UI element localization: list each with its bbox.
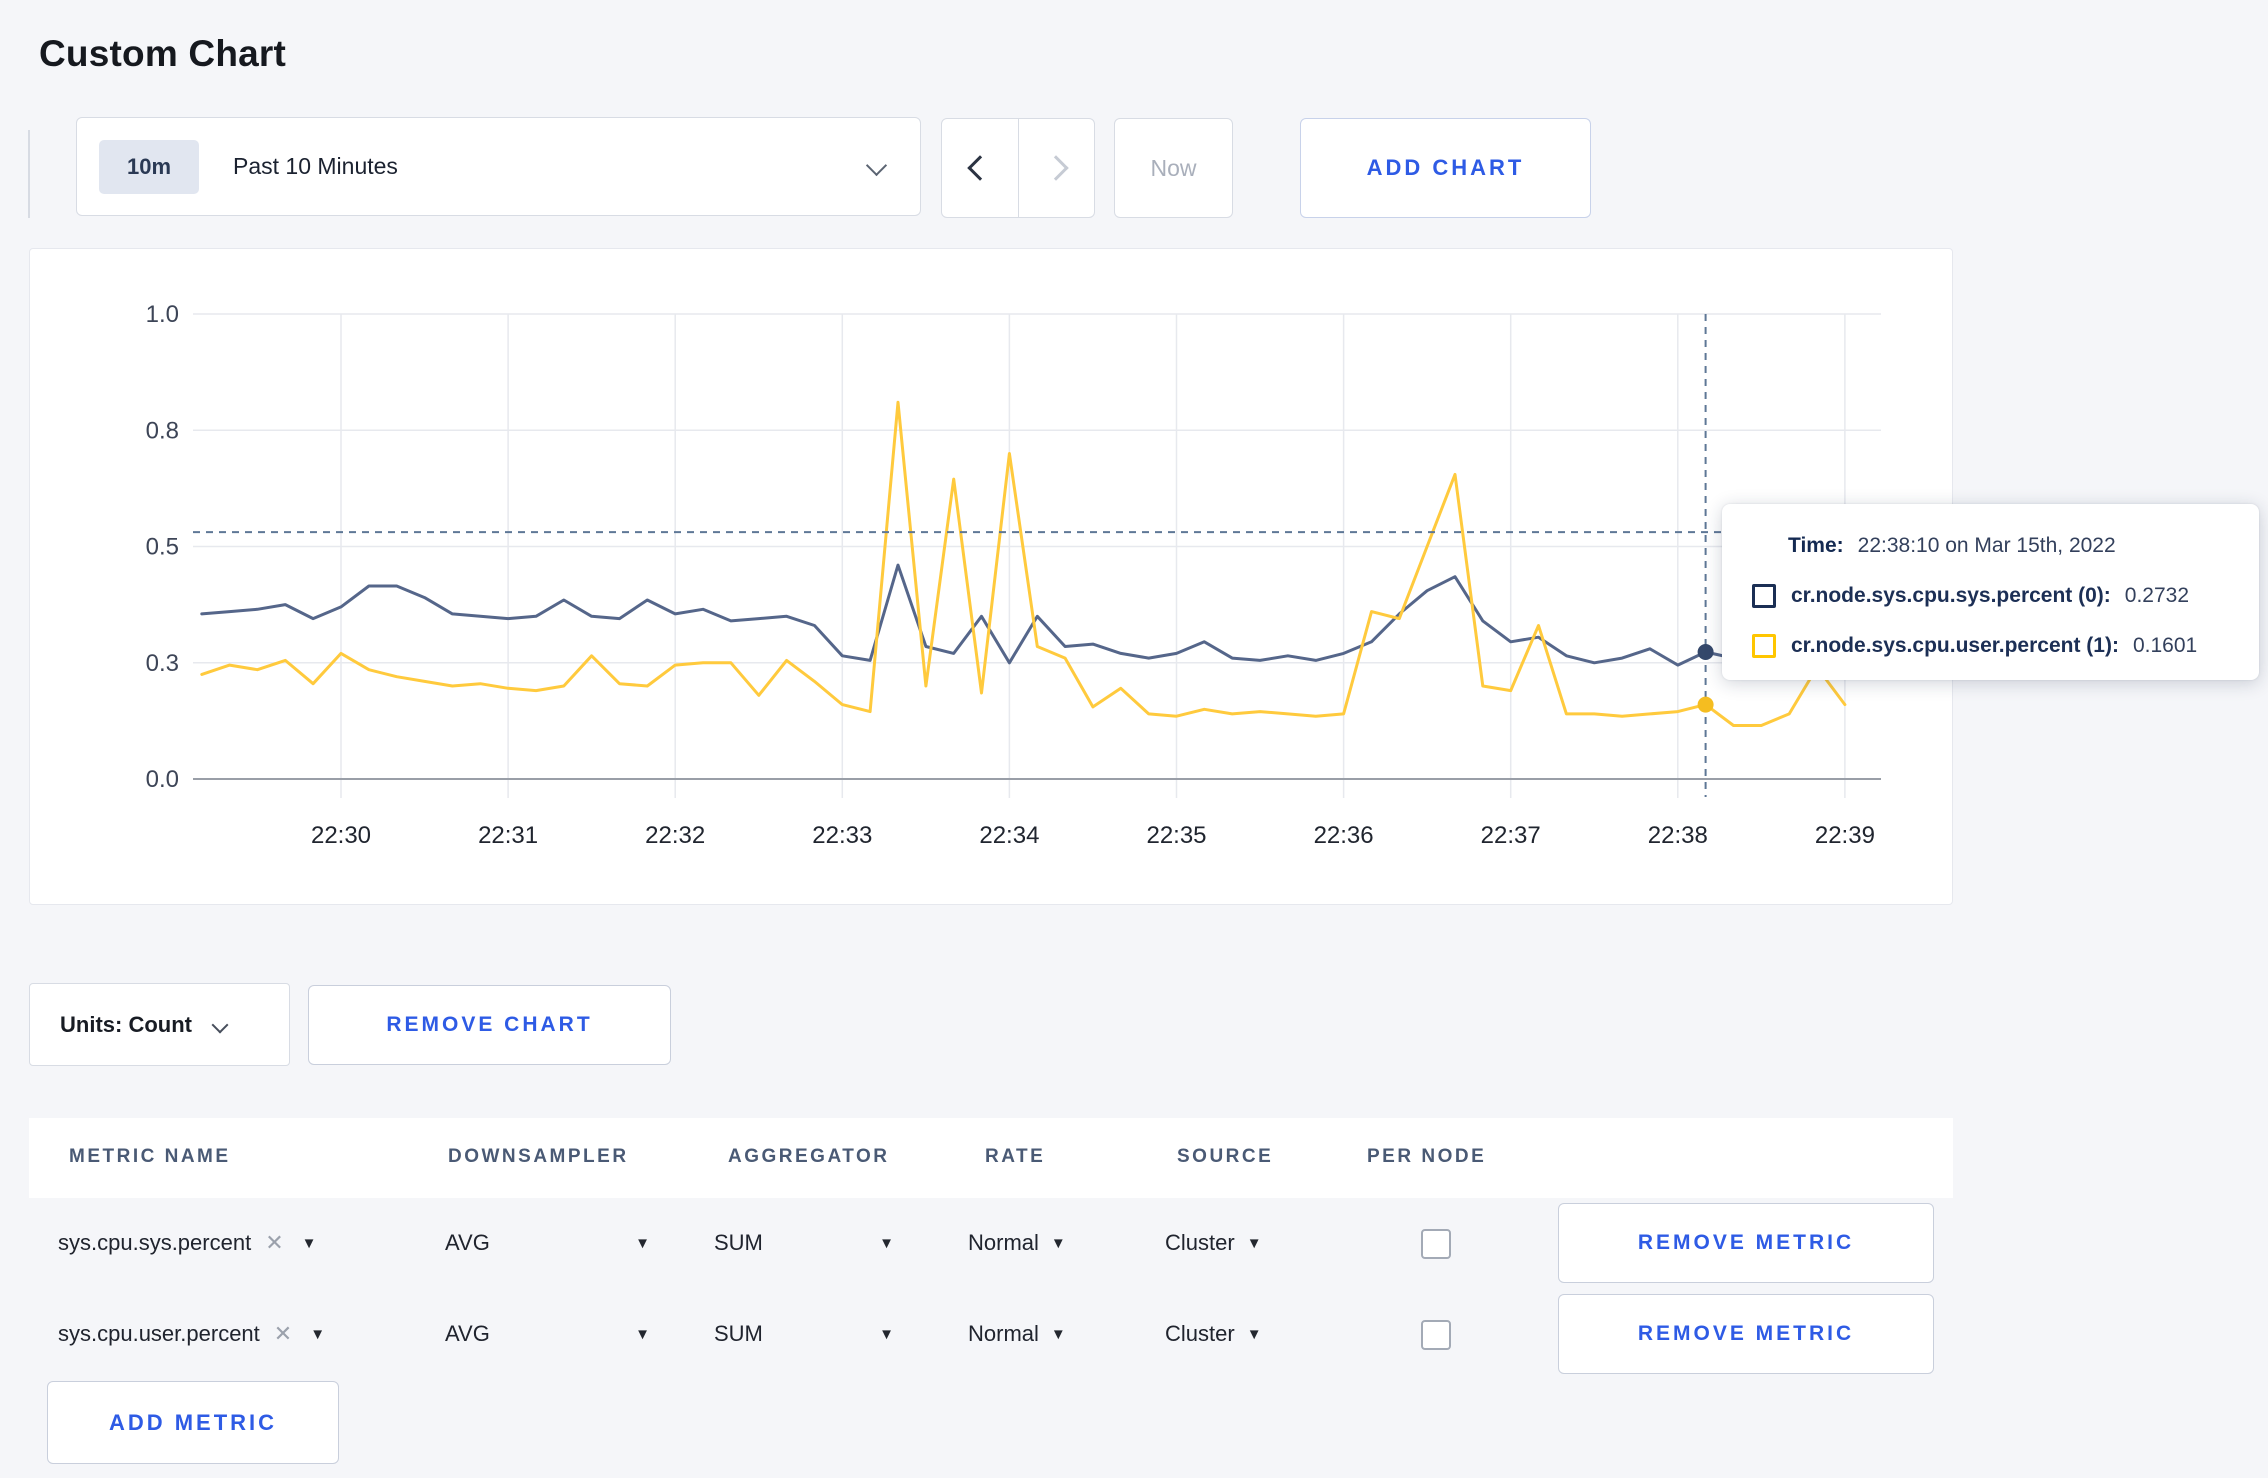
aggregator-value: SUM: [714, 1321, 763, 1346]
clear-icon[interactable]: ✕: [274, 1321, 292, 1347]
svg-text:22:39: 22:39: [1815, 822, 1875, 849]
column-header-source: SOURCE: [1177, 1146, 1274, 1167]
triangle-down-icon: ▼: [1246, 1325, 1262, 1343]
chevron-down-icon: [211, 1016, 229, 1033]
triangle-down-icon: ▼: [301, 1234, 317, 1252]
source-value: Cluster: [1165, 1321, 1235, 1346]
metric-name-value: sys.cpu.sys.percent: [58, 1230, 252, 1255]
column-header-per-node: PER NODE: [1367, 1146, 1487, 1167]
downsampler-value: AVG: [445, 1321, 490, 1346]
timeseries-chart[interactable]: 22:30 22:31 22:32 22:33 22:34 22:35 22:36 22:37…: [30, 249, 1951, 903]
units-label: Units: Count: [60, 1011, 192, 1037]
aggregator-value: SUM: [714, 1230, 763, 1255]
svg-text:0.3: 0.3: [146, 650, 179, 677]
time-range-label: Past 10 Minutes: [233, 153, 398, 179]
triangle-down-icon: ▼: [879, 1234, 894, 1252]
triangle-down-icon: ▼: [310, 1325, 326, 1343]
tooltip-time-label: Time:: [1788, 534, 1844, 557]
column-header-aggregator: AGGREGATOR: [728, 1146, 890, 1167]
tooltip-series-name: cr.node.sys.cpu.user.percent (1):: [1791, 634, 2119, 657]
svg-text:22:32: 22:32: [645, 822, 705, 849]
rate-select[interactable]: Normal ▼: [968, 1203, 1066, 1283]
svg-text:22:31: 22:31: [478, 822, 538, 849]
metric-name-select[interactable]: sys.cpu.user.percent ✕ ▼: [58, 1294, 325, 1374]
downsampler-select[interactable]: AVG ▼: [445, 1203, 650, 1283]
source-select[interactable]: Cluster ▼: [1165, 1203, 1262, 1283]
downsampler-value: AVG: [445, 1230, 490, 1255]
column-header-downsampler: DOWNSAMPLER: [448, 1146, 629, 1167]
time-range-dropdown[interactable]: 10m Past 10 Minutes: [76, 117, 921, 216]
column-header-rate: RATE: [985, 1146, 1046, 1167]
chevron-left-icon: [967, 155, 993, 181]
svg-text:22:30: 22:30: [311, 822, 371, 849]
metric-name-select[interactable]: sys.cpu.sys.percent ✕ ▼: [58, 1203, 316, 1283]
per-node-checkbox[interactable]: [1421, 1320, 1451, 1350]
rate-select[interactable]: Normal ▼: [968, 1294, 1066, 1374]
per-node-checkbox[interactable]: [1421, 1229, 1451, 1259]
remove-metric-button[interactable]: REMOVE METRIC: [1558, 1294, 1934, 1374]
svg-text:0.5: 0.5: [146, 534, 179, 561]
metric-table-row: sys.cpu.sys.percent ✕ ▼ AVG ▼ SUM ▼ Norm…: [29, 1203, 1953, 1283]
chevron-down-icon: [865, 154, 888, 177]
chevron-right-icon: [1043, 155, 1069, 181]
triangle-down-icon: ▼: [635, 1325, 650, 1343]
rate-value: Normal: [968, 1230, 1039, 1255]
series-user-swatch-icon: [1752, 634, 1776, 658]
toolbar-divider: [28, 130, 30, 218]
aggregator-select[interactable]: SUM ▼: [714, 1294, 894, 1374]
series-sys-swatch-icon: [1752, 584, 1776, 608]
svg-text:0.0: 0.0: [146, 766, 179, 793]
clear-icon[interactable]: ✕: [265, 1230, 283, 1256]
custom-chart-page: { "page": { "title": "Custom Chart" }, "…: [0, 0, 2268, 1478]
chart-hover-tooltip: Time: 22:38:10 on Mar 15th, 2022 cr.node…: [1722, 504, 2259, 680]
triangle-down-icon: ▼: [1050, 1325, 1066, 1343]
triangle-down-icon: ▼: [1246, 1234, 1262, 1252]
tooltip-series-value: 0.1601: [2132, 634, 2198, 657]
remove-metric-button[interactable]: REMOVE METRIC: [1558, 1203, 1934, 1283]
remove-chart-button[interactable]: REMOVE CHART: [308, 985, 671, 1065]
svg-text:22:35: 22:35: [1146, 822, 1206, 849]
time-range-badge: 10m: [99, 139, 199, 194]
svg-text:22:34: 22:34: [979, 822, 1039, 849]
add-chart-button[interactable]: ADD CHART: [1300, 118, 1591, 218]
triangle-down-icon: ▼: [1050, 1234, 1066, 1252]
tooltip-series-name: cr.node.sys.cpu.sys.percent (0):: [1791, 584, 2111, 607]
add-metric-button[interactable]: ADD METRIC: [47, 1381, 339, 1464]
svg-text:22:33: 22:33: [812, 822, 872, 849]
units-dropdown[interactable]: Units: Count: [29, 983, 290, 1066]
metrics-table-header: METRIC NAME DOWNSAMPLER AGGREGATOR RATE …: [29, 1118, 1953, 1198]
tooltip-series-value: 0.2732: [2124, 584, 2190, 607]
source-select[interactable]: Cluster ▼: [1165, 1294, 1262, 1374]
metric-table-row: sys.cpu.user.percent ✕ ▼ AVG ▼ SUM ▼ Nor…: [29, 1294, 1953, 1374]
rate-value: Normal: [968, 1321, 1039, 1346]
page-title: Custom Chart: [39, 32, 287, 74]
source-value: Cluster: [1165, 1230, 1235, 1255]
svg-text:22:38: 22:38: [1648, 822, 1708, 849]
metric-name-value: sys.cpu.user.percent: [58, 1321, 260, 1346]
time-step-back-button[interactable]: [942, 119, 1019, 217]
svg-text:22:37: 22:37: [1481, 822, 1541, 849]
svg-text:0.8: 0.8: [146, 417, 179, 444]
time-step-forward-button[interactable]: [1019, 119, 1095, 217]
column-header-metric-name: METRIC NAME: [69, 1146, 231, 1167]
triangle-down-icon: ▼: [635, 1234, 650, 1252]
svg-text:1.0: 1.0: [146, 301, 179, 328]
chart-card[interactable]: 22:30 22:31 22:32 22:33 22:34 22:35 22:36 22:37…: [29, 248, 1953, 905]
tooltip-time-value: 22:38:10 on Mar 15th, 2022: [1857, 534, 2116, 557]
triangle-down-icon: ▼: [879, 1325, 894, 1343]
now-button[interactable]: Now: [1114, 118, 1233, 218]
aggregator-select[interactable]: SUM ▼: [714, 1203, 894, 1283]
downsampler-select[interactable]: AVG ▼: [445, 1294, 650, 1374]
svg-text:22:36: 22:36: [1314, 822, 1374, 849]
time-step-buttons: [941, 118, 1095, 218]
